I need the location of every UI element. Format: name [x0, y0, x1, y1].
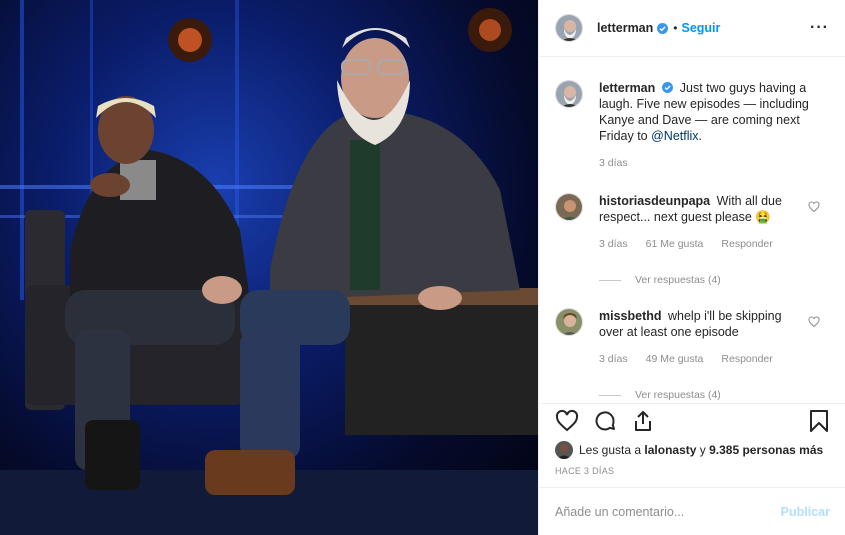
header-separator: • [673, 21, 678, 35]
avatar-missbethd[interactable] [555, 308, 583, 336]
comment-heart-icon[interactable] [808, 316, 820, 328]
avatar-historiasdeunpapa[interactable] [555, 193, 583, 221]
post-header: letterman • Seguir ··· [539, 0, 845, 57]
heart-icon[interactable] [555, 409, 579, 433]
follow-button[interactable]: Seguir [681, 21, 720, 35]
post-photo[interactable] [0, 0, 538, 535]
view-replies-label[interactable]: Ver respuestas (4) [635, 274, 721, 286]
view-replies-label[interactable]: Ver respuestas (4) [635, 389, 721, 401]
photo-illustration [0, 0, 538, 535]
likes-summary: Les gusta a lalonasty y 9.385 personas m… [555, 440, 830, 460]
likes-count[interactable]: 9.385 personas más [709, 443, 823, 457]
replies-divider [599, 279, 621, 281]
publish-button[interactable]: Publicar [781, 505, 830, 519]
bookmark-icon[interactable] [808, 409, 830, 433]
reply-button[interactable]: Responder [721, 236, 772, 252]
caption-body: letterman Just two guys having a laugh. … [599, 80, 809, 171]
add-comment-bar: Publicar [539, 487, 845, 535]
more-options-button[interactable]: ··· [810, 19, 829, 37]
post-timestamp[interactable]: HACE 3 DÍAS [555, 466, 830, 476]
caption-end: . [698, 129, 703, 143]
replies-divider [599, 394, 621, 396]
comment-likes[interactable]: 49 Me gusta [646, 351, 704, 367]
comment-username[interactable]: historiasdeunpapa [599, 194, 710, 208]
caption-age[interactable]: 3 días [599, 155, 628, 171]
netflix-mention-link[interactable]: @Netflix [651, 129, 698, 143]
reply-button[interactable]: Responder [721, 351, 772, 367]
verified-badge-icon [662, 82, 674, 93]
action-bar: Les gusta a lalonasty y 9.385 personas m… [539, 403, 845, 476]
comment-age[interactable]: 3 días [599, 351, 628, 367]
caption: letterman Just two guys having a laugh. … [555, 80, 830, 171]
comment-item: historiasdeunpapa With all due respect..… [555, 193, 830, 252]
verified-badge-icon [657, 22, 669, 34]
caption-username[interactable]: letterman [599, 81, 655, 95]
instagram-post: letterman • Seguir ··· letterman Just tw… [0, 0, 845, 535]
header-username[interactable]: letterman [597, 21, 653, 35]
comment-item: missbethd whelp i'll be skipping over at… [555, 308, 830, 367]
comment-icon[interactable] [593, 409, 617, 433]
comment-age[interactable]: 3 días [599, 236, 628, 252]
likes-prefix: Les gusta a [579, 443, 642, 457]
view-replies-button[interactable]: Ver respuestas (4) [599, 389, 830, 401]
comment-username[interactable]: missbethd [599, 309, 662, 323]
comment-heart-icon[interactable] [808, 201, 820, 213]
likes-middle: y [699, 443, 706, 457]
view-replies-button[interactable]: Ver respuestas (4) [599, 274, 830, 286]
comments-list[interactable]: letterman Just two guys having a laugh. … [539, 58, 845, 403]
avatar-lalonasty[interactable] [555, 441, 573, 459]
avatar-letterman[interactable] [555, 14, 583, 42]
comment-likes[interactable]: 61 Me gusta [646, 236, 704, 252]
side-panel: letterman • Seguir ··· letterman Just tw… [538, 0, 845, 535]
likes-user[interactable]: lalonasty [644, 443, 696, 457]
comment-input[interactable] [555, 504, 781, 519]
share-icon[interactable] [631, 409, 655, 433]
avatar-letterman[interactable] [555, 80, 583, 108]
